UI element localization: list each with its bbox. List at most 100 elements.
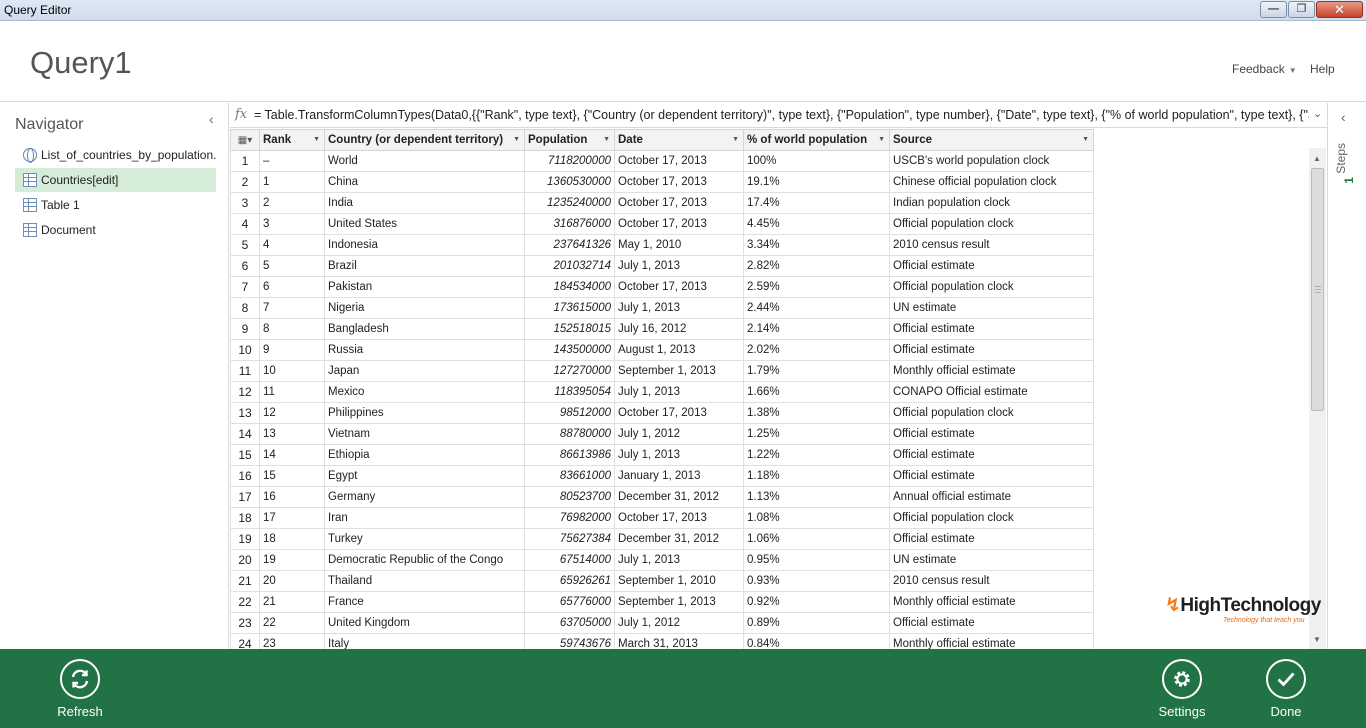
- cell-date[interactable]: July 1, 2013: [614, 444, 744, 466]
- cell-rank[interactable]: 16: [259, 486, 325, 508]
- cell-population[interactable]: 152518015: [524, 318, 615, 340]
- cell-source[interactable]: Official estimate: [889, 528, 1094, 550]
- scroll-up-icon[interactable]: ▲: [1313, 154, 1321, 163]
- cell-rank[interactable]: 6: [259, 276, 325, 298]
- cell-source[interactable]: Official estimate: [889, 444, 1094, 466]
- cell-population[interactable]: 63705000: [524, 612, 615, 634]
- cell-date[interactable]: September 1, 2013: [614, 360, 744, 382]
- table-row[interactable]: 18 17 Iran 76982000 October 17, 2013 1.08% Off…: [230, 507, 1094, 529]
- cell-percent[interactable]: 2.82%: [743, 255, 890, 277]
- cell-rank[interactable]: 5: [259, 255, 325, 277]
- cell-date[interactable]: July 1, 2013: [614, 381, 744, 403]
- filter-dropdown-icon[interactable]: ▼: [1082, 136, 1089, 143]
- cell-country[interactable]: Iran: [324, 507, 525, 529]
- cell-percent[interactable]: 1.66%: [743, 381, 890, 403]
- table-row[interactable]: 7 6 Pakistan 184534000 October 17, 2013 2.59%…: [230, 276, 1094, 298]
- cell-source[interactable]: Official population clock: [889, 276, 1094, 298]
- cell-population[interactable]: 65776000: [524, 591, 615, 613]
- vertical-scrollbar[interactable]: ▲ — — — ▼: [1309, 148, 1326, 649]
- cell-date[interactable]: October 17, 2013: [614, 507, 744, 529]
- table-row[interactable]: 14 13 Vietnam 88780000 July 1, 2012 1.25% Offi…: [230, 423, 1094, 445]
- cell-population[interactable]: 98512000: [524, 402, 615, 424]
- row-number[interactable]: 1: [230, 150, 260, 172]
- cell-country[interactable]: Vietnam: [324, 423, 525, 445]
- refresh-button[interactable]: Refresh: [40, 649, 120, 728]
- cell-country[interactable]: Pakistan: [324, 276, 525, 298]
- row-number[interactable]: 11: [230, 360, 260, 382]
- table-row[interactable]: 5 4 Indonesia 237641326 May 1, 2010 3.34% 2010…: [230, 234, 1094, 256]
- column-header-country[interactable]: Country (or dependent territory) ▼: [324, 129, 525, 151]
- cell-rank[interactable]: 10: [259, 360, 325, 382]
- formula-input[interactable]: = Table.TransformColumnTypes(Data0,{{"Ra…: [254, 108, 1309, 122]
- cell-population[interactable]: 88780000: [524, 423, 615, 445]
- table-row[interactable]: 20 19 Democratic Republic of the Congo 6751…: [230, 549, 1094, 571]
- cell-source[interactable]: Monthly official estimate: [889, 591, 1094, 613]
- cell-population[interactable]: 83661000: [524, 465, 615, 487]
- row-number[interactable]: 22: [230, 591, 260, 613]
- scroll-thumb[interactable]: — — —: [1311, 168, 1324, 411]
- cell-population[interactable]: 143500000: [524, 339, 615, 361]
- cell-country[interactable]: Democratic Republic of the Congo: [324, 549, 525, 571]
- table-options-icon[interactable]: ▦▾: [230, 129, 260, 151]
- cell-rank[interactable]: 11: [259, 381, 325, 403]
- table-row[interactable]: 13 12 Philippines 98512000 October 17, 2013 1…: [230, 402, 1094, 424]
- table-row[interactable]: 2 1 China 1360530000 October 17, 2013 19.1% Ch…: [230, 171, 1094, 193]
- cell-rank[interactable]: 19: [259, 549, 325, 571]
- cell-date[interactable]: October 17, 2013: [614, 276, 744, 298]
- cell-country[interactable]: Russia: [324, 339, 525, 361]
- cell-rank[interactable]: 1: [259, 171, 325, 193]
- feedback-menu[interactable]: Feedback ▼: [1232, 62, 1297, 76]
- cell-source[interactable]: Chinese official population clock: [889, 171, 1094, 193]
- table-row[interactable]: 24 23 Italy 59743676 March 31, 2013 0.84% Mont…: [230, 633, 1094, 649]
- minimize-button[interactable]: —: [1260, 1, 1287, 18]
- table-row[interactable]: 6 5 Brazil 201032714 July 1, 2013 2.82% Offici…: [230, 255, 1094, 277]
- cell-percent[interactable]: 1.38%: [743, 402, 890, 424]
- cell-percent[interactable]: 1.13%: [743, 486, 890, 508]
- cell-rank[interactable]: 14: [259, 444, 325, 466]
- cell-source[interactable]: CONAPO Official estimate: [889, 381, 1094, 403]
- cell-percent[interactable]: 1.08%: [743, 507, 890, 529]
- cell-country[interactable]: France: [324, 591, 525, 613]
- cell-percent[interactable]: 4.45%: [743, 213, 890, 235]
- cell-rank[interactable]: 23: [259, 633, 325, 649]
- settings-button[interactable]: Settings: [1142, 649, 1222, 728]
- row-number[interactable]: 14: [230, 423, 260, 445]
- row-number[interactable]: 18: [230, 507, 260, 529]
- cell-rank[interactable]: 22: [259, 612, 325, 634]
- table-row[interactable]: 12 11 Mexico 118395054 July 1, 2013 1.66% CONA…: [230, 381, 1094, 403]
- maximize-button[interactable]: ❐: [1288, 1, 1315, 18]
- filter-dropdown-icon[interactable]: ▼: [603, 136, 610, 143]
- cell-percent[interactable]: 0.95%: [743, 549, 890, 571]
- cell-population[interactable]: 7118200000: [524, 150, 615, 172]
- row-number[interactable]: 7: [230, 276, 260, 298]
- cell-source[interactable]: Official estimate: [889, 612, 1094, 634]
- cell-population[interactable]: 86613986: [524, 444, 615, 466]
- filter-dropdown-icon[interactable]: ▼: [313, 136, 320, 143]
- cell-population[interactable]: 75627384: [524, 528, 615, 550]
- table-row[interactable]: 9 8 Bangladesh 152518015 July 16, 2012 2.14% O…: [230, 318, 1094, 340]
- cell-population[interactable]: 201032714: [524, 255, 615, 277]
- cell-source[interactable]: Official estimate: [889, 465, 1094, 487]
- cell-source[interactable]: 2010 census result: [889, 570, 1094, 592]
- row-number[interactable]: 17: [230, 486, 260, 508]
- cell-population[interactable]: 184534000: [524, 276, 615, 298]
- cell-country[interactable]: United States: [324, 213, 525, 235]
- cell-rank[interactable]: 3: [259, 213, 325, 235]
- cell-rank[interactable]: 4: [259, 234, 325, 256]
- cell-percent[interactable]: 2.14%: [743, 318, 890, 340]
- help-link[interactable]: Help: [1310, 62, 1335, 76]
- row-number[interactable]: 3: [230, 192, 260, 214]
- cell-source[interactable]: 2010 census result: [889, 234, 1094, 256]
- filter-dropdown-icon[interactable]: ▼: [732, 136, 739, 143]
- cell-rank[interactable]: 18: [259, 528, 325, 550]
- row-number[interactable]: 20: [230, 549, 260, 571]
- cell-percent[interactable]: 19.1%: [743, 171, 890, 193]
- table-row[interactable]: 3 2 India 1235240000 October 17, 2013 17.4% In…: [230, 192, 1094, 214]
- row-number[interactable]: 8: [230, 297, 260, 319]
- row-number[interactable]: 19: [230, 528, 260, 550]
- cell-date[interactable]: December 31, 2012: [614, 528, 744, 550]
- cell-population[interactable]: 237641326: [524, 234, 615, 256]
- column-header-rank[interactable]: Rank ▼: [259, 129, 325, 151]
- cell-percent[interactable]: 1.22%: [743, 444, 890, 466]
- cell-rank[interactable]: 7: [259, 297, 325, 319]
